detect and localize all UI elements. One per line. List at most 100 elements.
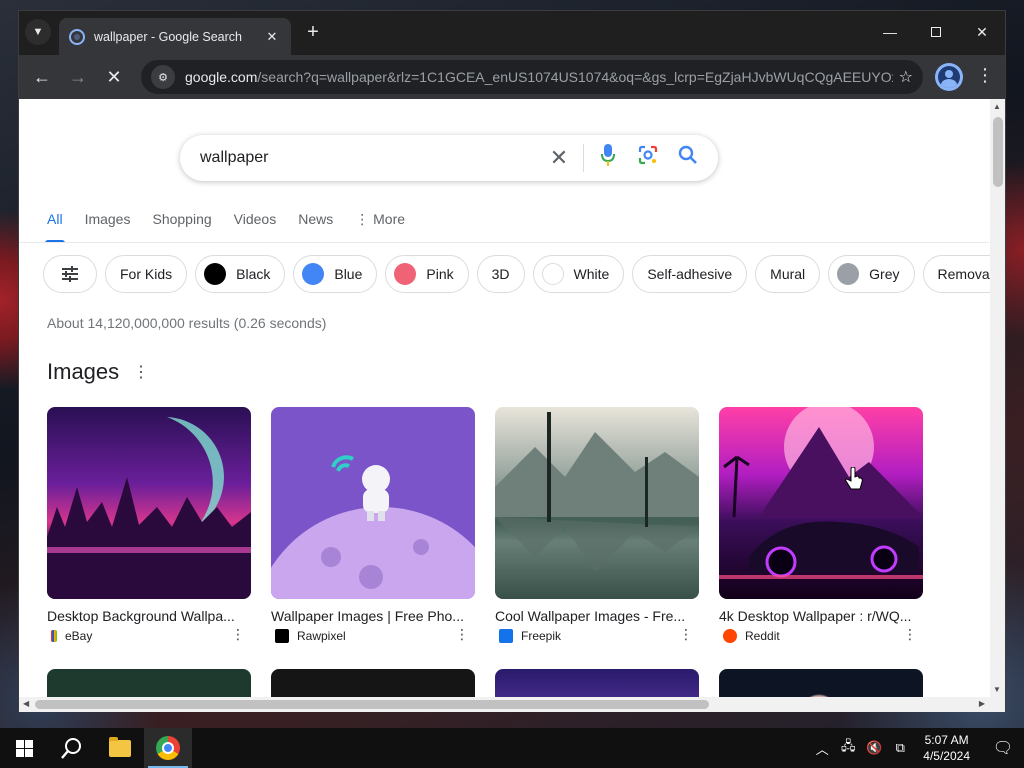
- chip-label: Mural: [770, 266, 806, 282]
- horizontal-scrollbar[interactable]: ◀ ▶: [19, 697, 1005, 712]
- site-info-icon[interactable]: ⚙: [151, 65, 175, 89]
- search-input[interactable]: wallpaper: [200, 149, 539, 167]
- browser-menu-icon[interactable]: ⋮: [975, 65, 995, 86]
- tab-more[interactable]: ⋮ More: [355, 203, 405, 243]
- result-more-icon[interactable]: ⋮: [679, 626, 693, 643]
- address-bar[interactable]: ⚙ google.com/search?q=wallpaper&rlz=1C1G…: [141, 60, 923, 94]
- scrollbar-thumb[interactable]: [35, 700, 709, 709]
- close-window-button[interactable]: ✕: [959, 11, 1005, 53]
- display-icon[interactable]: ⧉: [889, 740, 911, 756]
- chip-3d[interactable]: 3D: [476, 255, 525, 293]
- scrollbar-thumb[interactable]: [993, 117, 1003, 187]
- maximize-icon: [931, 27, 941, 37]
- nav-divider: [19, 242, 989, 243]
- forward-button[interactable]: →: [61, 60, 95, 94]
- chip-black[interactable]: Black: [195, 255, 286, 293]
- chip-label: White: [573, 266, 610, 282]
- image-result-card[interactable]: Desktop Background Wallpa... eBay ⋮: [47, 407, 251, 643]
- ebay-favicon-icon: [51, 630, 57, 642]
- profile-avatar[interactable]: [935, 63, 963, 91]
- image-result-source[interactable]: eBay ⋮: [47, 626, 251, 643]
- result-more-icon[interactable]: ⋮: [903, 626, 917, 643]
- clock[interactable]: 5:07 AM 4/5/2024: [923, 732, 970, 764]
- image-result-card[interactable]: Cool Wallpaper Images - Fre... Freepik ⋮: [495, 407, 699, 643]
- image-result-title[interactable]: 4k Desktop Wallpaper : r/WQ...: [719, 608, 915, 624]
- scroll-up-icon[interactable]: ▲: [993, 102, 1001, 111]
- google-lens-icon[interactable]: [628, 145, 668, 171]
- bookmark-star-icon[interactable]: ☆: [899, 67, 913, 87]
- tab-videos[interactable]: Videos: [234, 203, 277, 243]
- scroll-down-icon[interactable]: ▼: [993, 685, 1001, 694]
- scroll-left-icon[interactable]: ◀: [23, 699, 29, 708]
- chip-grey[interactable]: Grey: [828, 255, 915, 293]
- image-result-source[interactable]: Reddit ⋮: [719, 626, 923, 643]
- search-nav-tabs: All Images Shopping Videos News ⋮ More: [45, 203, 427, 243]
- image-thumbnail[interactable]: [719, 407, 923, 599]
- scroll-right-icon[interactable]: ▶: [979, 699, 985, 708]
- image-result-title[interactable]: Wallpaper Images | Free Pho...: [271, 608, 467, 624]
- tab-search-button[interactable]: ▼: [25, 19, 51, 45]
- result-more-icon[interactable]: ⋮: [231, 626, 245, 643]
- browser-toolbar: ← → ✕ ⚙ google.com/search?q=wallpaper&rl…: [19, 55, 1005, 99]
- color-swatch: [204, 263, 227, 285]
- tune-sliders-icon: [62, 266, 78, 282]
- image-result-source[interactable]: Freepik ⋮: [495, 626, 699, 643]
- file-explorer-button[interactable]: [96, 728, 144, 768]
- tab-active[interactable]: wallpaper - Google Search ✕: [59, 18, 291, 55]
- minimize-button[interactable]: —: [867, 11, 913, 53]
- search-box[interactable]: wallpaper ✕: [180, 135, 718, 181]
- volume-muted-icon[interactable]: 🔇: [863, 740, 885, 756]
- image-thumbnail[interactable]: [495, 407, 699, 599]
- rawpixel-favicon-icon: [275, 629, 289, 643]
- url-text[interactable]: google.com/search?q=wallpaper&rlz=1C1GCE…: [185, 69, 893, 85]
- image-result-card[interactable]: Wallpaper Images | Free Pho... Rawpixel …: [271, 407, 475, 643]
- tab-shopping[interactable]: Shopping: [152, 203, 211, 243]
- tab-more-label: More: [373, 211, 406, 227]
- image-result-title[interactable]: Desktop Background Wallpa...: [47, 608, 243, 624]
- search-icon: [61, 738, 81, 759]
- chip-for-kids[interactable]: For Kids: [105, 255, 188, 293]
- maximize-button[interactable]: [913, 11, 959, 53]
- chip-label: Blue: [334, 266, 363, 282]
- taskbar-search-button[interactable]: [48, 728, 96, 768]
- vertical-scrollbar[interactable]: ▲ ▼: [990, 99, 1005, 697]
- search-icon[interactable]: [668, 145, 708, 171]
- tab-images[interactable]: Images: [85, 203, 131, 243]
- more-vert-icon: ⋮: [355, 211, 374, 227]
- stop-loading-button[interactable]: ✕: [97, 60, 131, 94]
- back-button[interactable]: ←: [25, 60, 59, 94]
- tab-title: wallpaper - Google Search: [94, 29, 242, 44]
- image-result-title[interactable]: Cool Wallpaper Images - Fre...: [495, 608, 691, 624]
- chip-white[interactable]: White: [532, 255, 625, 293]
- loading-favicon-icon: [69, 28, 85, 45]
- more-options-icon[interactable]: ⋮: [133, 362, 149, 382]
- microphone-icon[interactable]: [588, 144, 628, 172]
- show-hidden-icons-icon[interactable]: ︿: [811, 739, 833, 758]
- color-swatch: [302, 263, 325, 285]
- chip-blue[interactable]: Blue: [293, 255, 378, 293]
- source-name: Rawpixel: [297, 629, 346, 643]
- tab-news[interactable]: News: [298, 203, 333, 243]
- images-heading-text: Images: [47, 359, 120, 384]
- notifications-icon[interactable]: 🗨: [982, 738, 1024, 758]
- search-tools-button[interactable]: [43, 255, 97, 293]
- image-result-source[interactable]: Rawpixel ⋮: [271, 626, 475, 643]
- image-result-card[interactable]: 4k Desktop Wallpaper : r/WQ... Reddit ⋮: [719, 407, 923, 643]
- image-thumbnail[interactable]: [271, 407, 475, 599]
- windows-logo-icon: [15, 739, 33, 757]
- tab-all[interactable]: All: [45, 203, 65, 243]
- source-name: Freepik: [521, 629, 562, 643]
- chip-mural[interactable]: Mural: [755, 255, 821, 293]
- new-tab-button[interactable]: +: [301, 21, 325, 45]
- result-more-icon[interactable]: ⋮: [455, 626, 469, 643]
- clear-search-icon[interactable]: ✕: [539, 145, 579, 171]
- image-thumbnail[interactable]: [47, 407, 251, 599]
- chip-self-adhesive[interactable]: Self-adhesive: [632, 255, 748, 293]
- network-icon[interactable]: 🖧: [837, 737, 859, 759]
- chrome-icon: [156, 736, 180, 760]
- chrome-taskbar-button[interactable]: [144, 728, 192, 768]
- start-button[interactable]: [0, 728, 48, 768]
- tab-close-icon[interactable]: ✕: [263, 29, 281, 45]
- chip-pink[interactable]: Pink: [385, 255, 469, 293]
- hand-cursor-icon: [845, 467, 863, 490]
